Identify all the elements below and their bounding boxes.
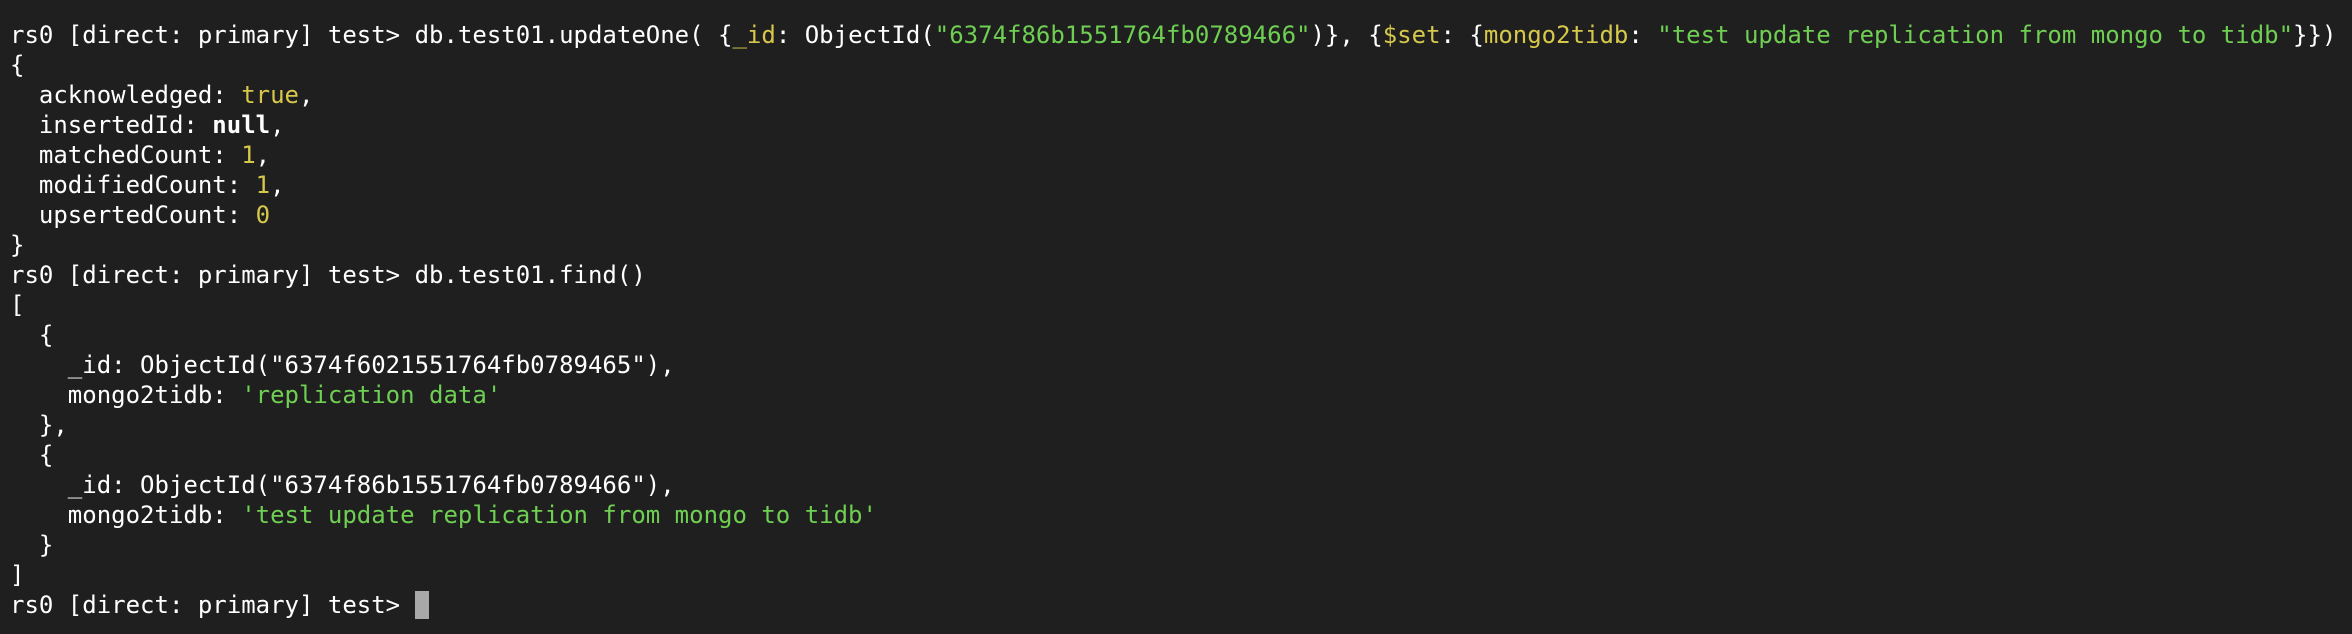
result-key: upsertedCount:	[10, 201, 256, 229]
terminal-window[interactable]: rs0 [direct: primary] test> db.test01.up…	[0, 0, 2352, 634]
command-line-update: rs0 [direct: primary] test> db.test01.up…	[10, 20, 2336, 50]
field-name: mongo2tidb	[1483, 21, 1629, 49]
command-text: : ObjectId(	[775, 21, 935, 49]
result-modified-count: modifiedCount: 1,	[10, 170, 285, 200]
object-id-string: "6374f86b1551764fb0789466"	[934, 21, 1311, 49]
field-key: mongo2tidb:	[10, 501, 242, 529]
field-value-string: "test update replication from mongo to t…	[1657, 21, 2294, 49]
result-value: true	[241, 81, 299, 109]
comma: ,	[298, 81, 314, 109]
shell-prompt: rs0 [direct: primary] test>	[10, 261, 415, 289]
document-2-id: _id: ObjectId("6374f86b1551764fb0789466"…	[10, 471, 675, 499]
result-value: 1	[241, 141, 256, 169]
field-key: mongo2tidb:	[10, 381, 242, 409]
result-key: matchedCount:	[10, 141, 242, 169]
result-key: insertedId:	[10, 111, 213, 139]
document-2-field: mongo2tidb: 'test update replication fro…	[10, 500, 877, 530]
command-text: : {	[1440, 21, 1484, 49]
result-open-brace: {	[10, 51, 25, 79]
command-text: )}, {	[1310, 21, 1383, 49]
comma: ,	[270, 111, 285, 139]
field-value-string: 'test update replication from mongo to t…	[241, 501, 877, 529]
document-1-field: mongo2tidb: 'replication data'	[10, 380, 501, 410]
document-open-brace: {	[10, 321, 54, 349]
active-prompt-line[interactable]: rs0 [direct: primary] test>	[10, 590, 429, 620]
result-upserted-count: upsertedCount: 0	[10, 200, 270, 230]
document-close-brace: },	[10, 411, 68, 439]
result-acknowledged: acknowledged: true,	[10, 80, 314, 110]
comma: ,	[255, 141, 271, 169]
shell-prompt: rs0 [direct: primary] test>	[10, 591, 415, 619]
document-1-id: _id: ObjectId("6374f6021551764fb0789465"…	[10, 351, 675, 379]
comma: ,	[270, 171, 285, 199]
command-text: db.test01.find()	[414, 261, 646, 289]
command-text: }})	[2293, 21, 2337, 49]
document-open-brace: {	[10, 441, 54, 469]
result-key: modifiedCount:	[10, 171, 256, 199]
result-value: 1	[255, 171, 271, 199]
id-key: _id	[732, 21, 776, 49]
text-cursor	[414, 591, 429, 619]
result-key: acknowledged:	[10, 81, 242, 109]
document-close-brace: }	[10, 531, 54, 559]
result-matched-count: matchedCount: 1,	[10, 140, 270, 170]
shell-prompt: rs0 [direct: primary] test>	[10, 21, 415, 49]
field-value-string: 'replication data'	[241, 381, 502, 409]
command-line-find: rs0 [direct: primary] test> db.test01.fi…	[10, 260, 646, 290]
set-operator: $set	[1382, 21, 1441, 49]
result-inserted-id: insertedId: null,	[10, 110, 285, 140]
result-value: null	[212, 111, 271, 139]
array-close-bracket: ]	[10, 561, 25, 589]
command-text: db.test01.updateOne( {	[414, 21, 733, 49]
array-open-bracket: [	[10, 291, 25, 319]
result-close-brace: }	[10, 231, 25, 259]
result-value: 0	[255, 201, 271, 229]
command-text: :	[1628, 21, 1658, 49]
